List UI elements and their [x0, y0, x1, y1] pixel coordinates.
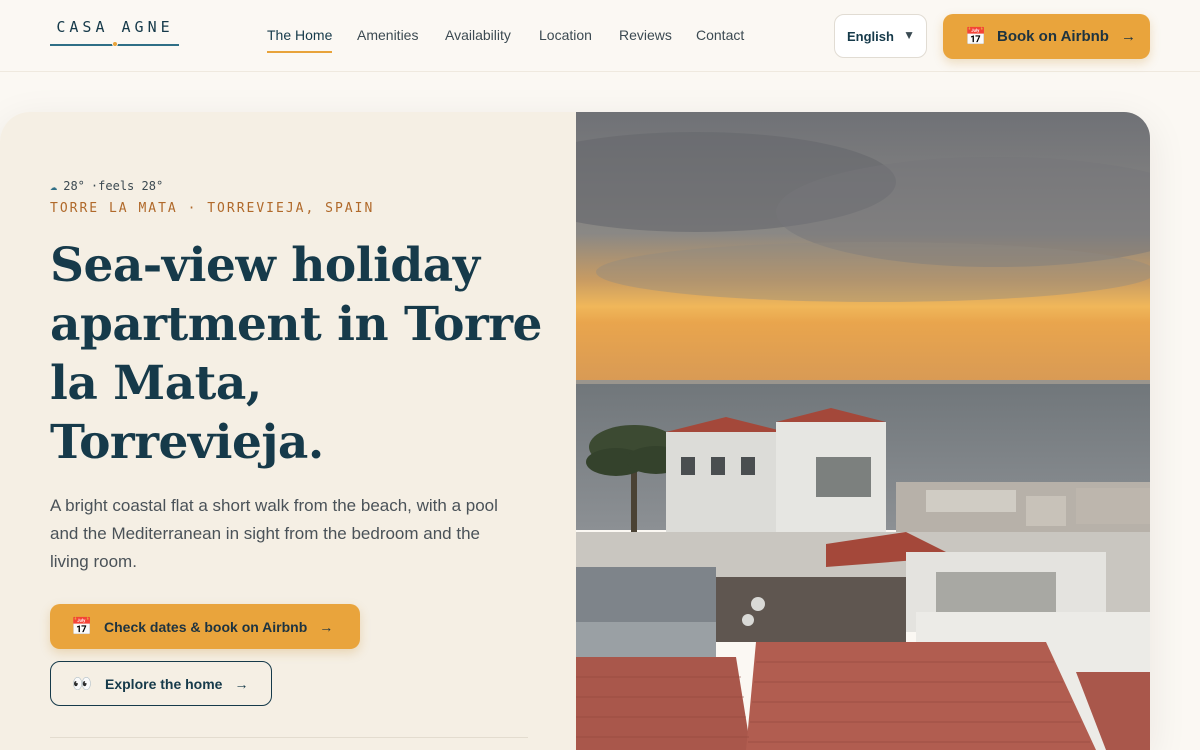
check-dates-button[interactable]: 📅 Check dates & book on Airbnb → [50, 604, 360, 649]
nav-item-reviews[interactable]: Reviews [619, 26, 672, 44]
check-dates-label: Check dates & book on Airbnb [104, 618, 308, 635]
hero-photo [576, 112, 1150, 750]
arrow-right-icon: → [234, 675, 249, 692]
language-select-value: English [847, 28, 894, 44]
nav-item-contact[interactable]: Contact [696, 26, 744, 44]
arrow-right-icon: → [319, 618, 334, 635]
weather-feels: ·feels 28° [90, 179, 164, 193]
cloud-icon: ☁ [50, 179, 58, 193]
divider [50, 737, 528, 738]
logo[interactable]: CASA AGNE [50, 18, 180, 48]
chevron-down-icon: ▼ [903, 28, 915, 42]
hero-title: Sea-view holiday apartment in Torre la M… [50, 238, 542, 470]
hero-text-panel: ☁ 28° ·feels 28° TORRE LA MATA · TORREVI… [0, 112, 576, 750]
nav-item-the-home[interactable]: The Home [267, 26, 333, 53]
sea-view-photo [576, 112, 1150, 750]
language-select[interactable]: English ▼ [834, 14, 927, 58]
site-header: CASA AGNE The Home Amenities Availabilit… [0, 0, 1200, 72]
nav-item-location[interactable]: Location [539, 26, 592, 44]
weather-temp: 28° [63, 179, 85, 193]
logo-dot [112, 41, 118, 47]
explore-home-button[interactable]: 👀 Explore the home → [50, 661, 272, 706]
hero-section: ☁ 28° ·feels 28° TORRE LA MATA · TORREVI… [0, 112, 1150, 750]
explore-home-label: Explore the home [105, 675, 223, 692]
nav-item-availability[interactable]: Availability [445, 26, 511, 44]
calendar-icon: 📅 [965, 26, 987, 46]
calendar-icon: 📅 [71, 616, 93, 636]
hero-description: A bright coastal flat a short walk from … [50, 496, 498, 571]
logo-text: CASA AGNE [56, 18, 174, 36]
book-button-label: Book on Airbnb [997, 28, 1109, 45]
arrow-right-icon: → [1120, 28, 1136, 45]
book-on-airbnb-button[interactable]: 📅 Book on Airbnb → [943, 14, 1150, 59]
nav-item-amenities[interactable]: Amenities [357, 26, 418, 44]
eyes-icon: 👀 [72, 675, 92, 693]
weather-widget: ☁ 28° ·feels 28° [50, 178, 163, 194]
location-eyebrow: TORRE LA MATA · TORREVIEJA, SPAIN [50, 201, 375, 216]
